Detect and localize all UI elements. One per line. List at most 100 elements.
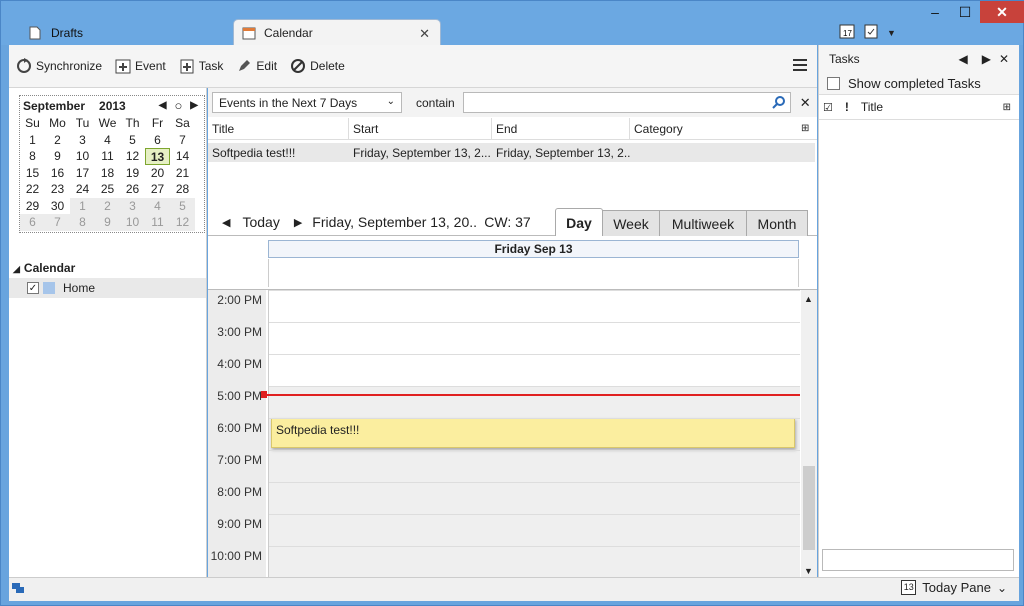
mini-calendar-day[interactable]: 2 (45, 132, 70, 149)
mini-calendar-day[interactable]: 9 (45, 148, 70, 165)
show-completed-tasks[interactable]: Show completed Tasks (819, 73, 1019, 95)
mini-calendar-day-outside[interactable]: 4 (145, 197, 170, 214)
connection-status-icon[interactable] (11, 581, 25, 598)
column-picker-icon[interactable]: ⊞ (801, 123, 809, 134)
mini-calendar-day[interactable]: 28 (170, 181, 195, 198)
mini-calendar-day[interactable]: 22 (20, 181, 45, 198)
mini-calendar-day[interactable]: 19 (120, 165, 145, 182)
calendar-mode-icon[interactable]: 17 (839, 23, 855, 42)
mini-calendar-day[interactable]: 6 (145, 132, 170, 149)
clear-search-icon[interactable]: ✕ (800, 95, 811, 111)
mini-calendar-day[interactable]: 16 (45, 165, 70, 182)
mini-calendar-day[interactable]: 11 (95, 148, 120, 165)
checkbox-unchecked[interactable] (827, 77, 840, 90)
column-end[interactable]: End (492, 117, 630, 140)
priority-column-icon[interactable]: ! (845, 100, 849, 114)
mini-calendar-day[interactable]: 3 (70, 132, 95, 149)
mini-calendar-day-outside[interactable]: 1 (70, 197, 95, 214)
calendar-event[interactable]: Softpedia test!!! (271, 418, 795, 448)
tab-drafts[interactable]: Drafts (15, 19, 215, 46)
synchronize-button[interactable]: Synchronize (16, 58, 102, 74)
today-button[interactable]: Today (242, 214, 279, 230)
mini-calendar-day[interactable]: 14 (170, 148, 195, 165)
mini-calendar-day-outside[interactable]: 7 (45, 214, 70, 231)
mini-calendar-day[interactable]: 30 (45, 198, 70, 215)
mini-calendar-day[interactable]: 17 (70, 165, 95, 182)
mini-calendar-day-outside[interactable]: 8 (70, 214, 95, 231)
new-task-button[interactable]: Task (179, 58, 223, 74)
tab-day[interactable]: Day (555, 208, 603, 236)
previous-month-icon[interactable]: ◀ (159, 100, 167, 111)
mini-calendar-day[interactable]: 4 (95, 132, 120, 149)
mini-calendar-day[interactable]: 10 (70, 148, 95, 165)
task-mode-icon[interactable] (863, 23, 879, 42)
tab-week[interactable]: Week (602, 210, 660, 236)
mini-calendar-day-outside[interactable]: 12 (170, 214, 195, 231)
calendar-item-home[interactable]: ✓ Home (9, 278, 206, 298)
completed-column-icon[interactable]: ☑ (823, 101, 833, 114)
search-input[interactable] (462, 92, 791, 113)
minimize-button[interactable]: – (921, 1, 949, 23)
mini-calendar-day[interactable]: 23 (45, 181, 70, 198)
tab-month[interactable]: Month (746, 210, 808, 236)
mini-calendar-day-outside[interactable]: 11 (145, 214, 170, 231)
previous-icon[interactable]: ◀ (958, 52, 967, 66)
mini-calendar-day-outside[interactable]: 10 (120, 214, 145, 231)
menu-icon[interactable] (793, 59, 807, 74)
calendar-list-header[interactable]: ◢ Calendar (13, 261, 75, 275)
all-day-area[interactable] (268, 259, 799, 287)
mini-calendar-day[interactable]: 1 (20, 132, 45, 149)
mini-calendar-day-outside[interactable]: 9 (95, 214, 120, 231)
mini-calendar-day[interactable]: 12 (120, 148, 145, 165)
column-title[interactable]: Title (861, 100, 883, 114)
column-category[interactable]: Category (630, 118, 799, 140)
scroll-down-icon[interactable]: ▼ (804, 566, 813, 576)
maximize-button[interactable]: ☐ (951, 1, 979, 23)
mini-calendar-day[interactable]: 27 (145, 181, 170, 198)
checkbox-checked[interactable]: ✓ (27, 282, 39, 294)
vertical-scrollbar[interactable]: ▲ ▼ (801, 290, 817, 577)
next-month-icon[interactable]: ▶ (190, 100, 198, 111)
mini-calendar-day[interactable]: 15 (20, 165, 45, 182)
table-row[interactable]: Softpedia test!!! Friday, September 13, … (208, 143, 815, 162)
day-time-slots[interactable]: Softpedia test!!! (261, 290, 800, 577)
mini-calendar-day-outside[interactable]: 5 (170, 197, 195, 214)
scrollbar-thumb[interactable] (803, 466, 815, 550)
close-tab-icon[interactable]: ✕ (419, 26, 430, 42)
mini-calendar-day-outside[interactable]: 6 (20, 214, 45, 231)
mini-calendar-day[interactable]: 26 (120, 181, 145, 198)
column-picker-icon[interactable]: ⊞ (1003, 102, 1011, 113)
next-icon[interactable]: ▶ (982, 52, 991, 66)
mini-calendar-day-outside[interactable]: 3 (120, 197, 145, 214)
next-day-icon[interactable]: ▶ (294, 216, 302, 229)
scroll-up-icon[interactable]: ▲ (804, 294, 813, 304)
mini-calendar-day[interactable]: 7 (170, 132, 195, 149)
column-title[interactable]: Title (208, 117, 349, 140)
tab-multiweek[interactable]: Multiweek (659, 210, 747, 236)
mini-calendar-day[interactable]: 8 (20, 148, 45, 165)
event-filter-select[interactable]: Events in the Next 7 Days ⌄ (212, 92, 402, 113)
mini-calendar-day[interactable]: 24 (70, 181, 95, 198)
mini-calendar-day[interactable]: 13 (145, 148, 170, 165)
tab-calendar[interactable]: Calendar ✕ (233, 19, 441, 46)
column-start[interactable]: Start (349, 117, 492, 140)
mini-calendar-day[interactable]: 25 (95, 181, 120, 198)
mini-calendar-day[interactable]: 29 (20, 198, 45, 215)
chevron-down-icon[interactable]: ▼ (887, 28, 896, 38)
new-task-input[interactable] (822, 549, 1014, 571)
month-label[interactable]: September (23, 99, 85, 113)
new-event-button[interactable]: Event (115, 58, 166, 74)
edit-button[interactable]: Edit (236, 58, 277, 74)
close-window-button[interactable]: ✕ (980, 1, 1024, 23)
year-label[interactable]: 2013 (99, 99, 126, 113)
day-column-header[interactable]: Friday Sep 13 (268, 240, 799, 258)
today-pane-toggle[interactable]: 13 Today Pane ⌄ (901, 580, 1007, 595)
today-circle-icon[interactable]: ○ (174, 98, 182, 113)
delete-button[interactable]: Delete (290, 58, 345, 74)
close-pane-icon[interactable]: ✕ (999, 52, 1009, 66)
mini-calendar-day[interactable]: 21 (170, 165, 195, 182)
mini-calendar-day-outside[interactable]: 2 (95, 197, 120, 214)
mini-calendar-day[interactable]: 18 (95, 165, 120, 182)
mini-calendar-day[interactable]: 20 (145, 165, 170, 182)
mini-calendar-day[interactable]: 5 (120, 132, 145, 149)
